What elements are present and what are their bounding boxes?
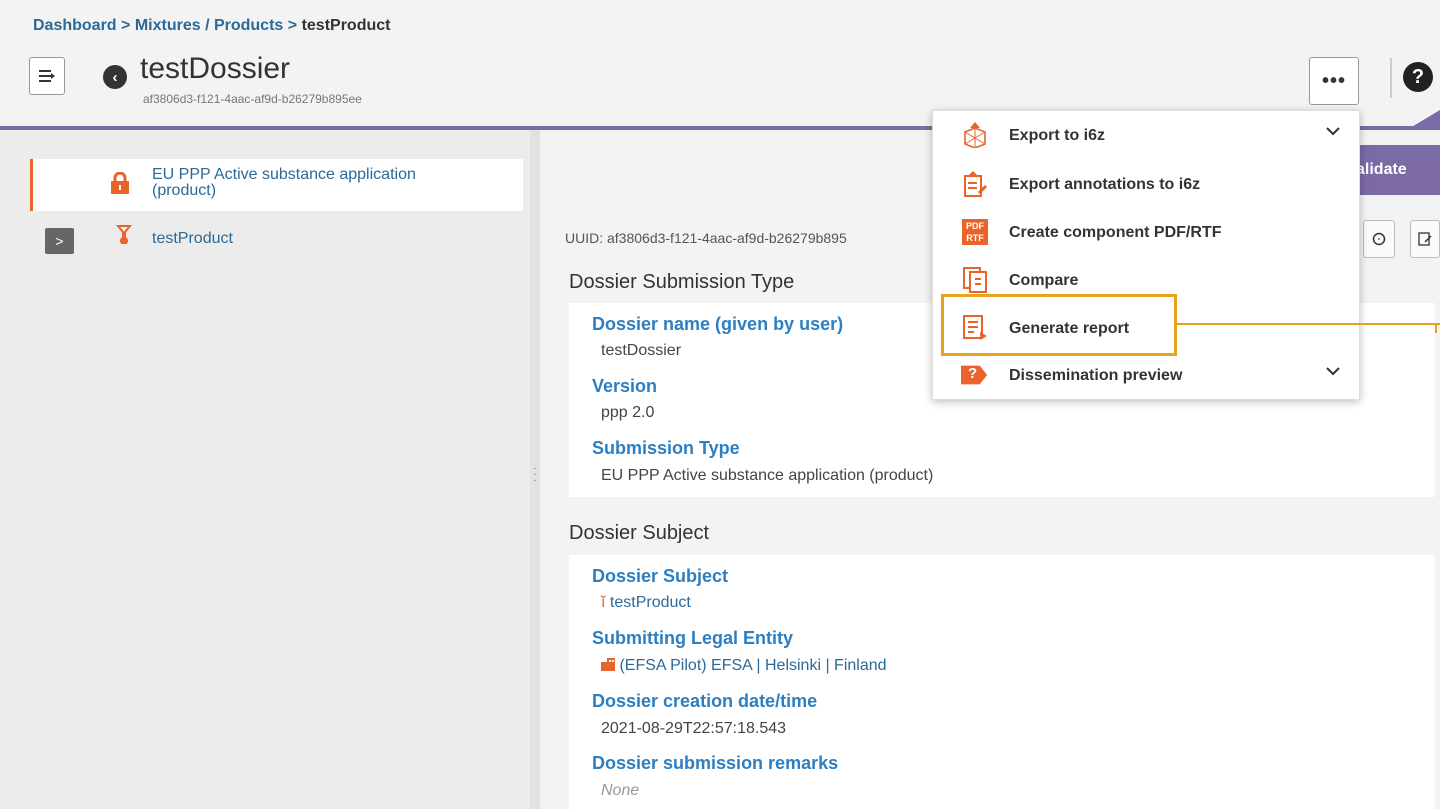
back-icon[interactable]: ‹ [103,65,127,89]
flask-icon [116,225,132,244]
breadcrumb-mixtures-products[interactable]: Mixtures / Products [135,17,283,34]
remarks-value: None [601,782,640,799]
rtf-icon-text: RTF [966,233,984,243]
dossier-subject-card: Dossier Subject ĭ testProduct Submitting… [569,555,1435,809]
app-header: Dashboard > Mixtures / Products > testPr… [0,0,1440,126]
uuid-text: UUID: af3806d3-f121-4aac-af9d-b26279b895 [565,230,847,246]
page-title: testDossier [140,52,291,85]
splitter-handle-icon[interactable]: · · · [532,464,538,486]
hamburger-arrow-icon [39,70,55,82]
dossier-subject-text: testProduct [609,594,691,611]
menu-item-label: Create component PDF/RTF [1009,224,1222,241]
breadcrumb-dashboard[interactable]: Dashboard [33,17,117,34]
remarks-label: Dossier submission remarks [592,753,839,773]
pdf-icon-text: PDF [966,221,984,231]
section-heading-submission-type: Dossier Submission Type [569,271,795,293]
lock-icon [111,172,129,194]
help-icon[interactable]: ? [1403,62,1433,92]
edit-button[interactable] [1410,220,1440,258]
clock-icon [1372,232,1386,246]
export-icon [961,121,989,149]
building-icon [601,658,615,671]
breadcrumb-separator: > [287,17,298,34]
breadcrumb-separator: > [121,17,131,34]
menu-item-export-annotations[interactable]: Export annotations to i6z [933,162,1361,208]
header-accent-corner [1410,110,1440,128]
legal-entity-text: (EFSA Pilot) EFSA | Helsinki | Finland [619,657,887,674]
menu-item-label: Export annotations to i6z [1009,176,1201,193]
history-button[interactable] [1363,220,1395,258]
dissemination-icon-text: ? [968,365,978,382]
version-value: ppp 2.0 [601,404,655,421]
expand-toggle-button[interactable]: > [45,228,74,254]
menu-item-label: Compare [1009,272,1079,289]
tree-item-submission-type[interactable]: EU PPP Active substance application (pro… [30,159,523,211]
menu-item-label: Dissemination preview [1009,367,1183,384]
tree-item-label: EU PPP Active substance application (pro… [152,166,416,199]
navigation-tree-panel: EU PPP Active substance application (pro… [0,130,530,809]
header-divider [1390,58,1392,98]
version-label: Version [592,376,658,396]
generate-report-highlight [941,294,1177,356]
dissemination-icon: ? [961,361,989,389]
edit-icon [1418,232,1432,246]
more-actions-menu: Export to i6z Export annotations to i6z … [932,110,1360,400]
submission-type-value: EU PPP Active substance application (pro… [601,467,934,484]
pdf-rtf-icon: PDF RTF [961,218,989,246]
flask-icon: ĭ [601,594,606,611]
dossier-name-value: testDossier [601,342,682,359]
chevron-down-icon[interactable] [1325,123,1341,139]
toggle-navigation-button[interactable] [29,57,65,95]
menu-item-dissemination-preview[interactable]: ? Dissemination preview [933,353,1361,399]
highlight-pointer-line [1177,323,1440,325]
menu-item-create-pdf-rtf[interactable]: PDF RTF Create component PDF/RTF [933,210,1361,256]
creation-date-value: 2021-08-29T22:57:18.543 [601,720,787,737]
breadcrumb-current: testProduct [301,17,391,34]
export-annotations-icon [961,170,989,198]
dossier-name-label: Dossier name (given by user) [592,314,844,334]
section-heading-dossier-subject: Dossier Subject [569,522,710,544]
dossier-uuid: af3806d3-f121-4aac-af9d-b26279b895ee [143,92,362,106]
dossier-subject-label: Dossier Subject [592,566,729,586]
compare-icon [961,266,989,294]
breadcrumb: Dashboard > Mixtures / Products > testPr… [33,17,390,35]
highlight-pointer-end [1435,323,1437,333]
creation-date-label: Dossier creation date/time [592,691,818,711]
dossier-subject-value[interactable]: ĭ testProduct [601,594,691,612]
tree-item-testproduct[interactable]: testProduct [152,230,233,248]
menu-item-export-i6z[interactable]: Export to i6z [933,113,1361,159]
legal-entity-label: Submitting Legal Entity [592,628,793,648]
validate-button[interactable]: alidate [1348,145,1440,195]
legal-entity-value[interactable]: (EFSA Pilot) EFSA | Helsinki | Finland [601,657,887,675]
submission-type-label: Submission Type [592,438,740,458]
more-actions-button[interactable]: ••• [1309,57,1359,105]
chevron-down-icon[interactable] [1325,363,1341,379]
menu-item-label: Export to i6z [1009,127,1106,144]
